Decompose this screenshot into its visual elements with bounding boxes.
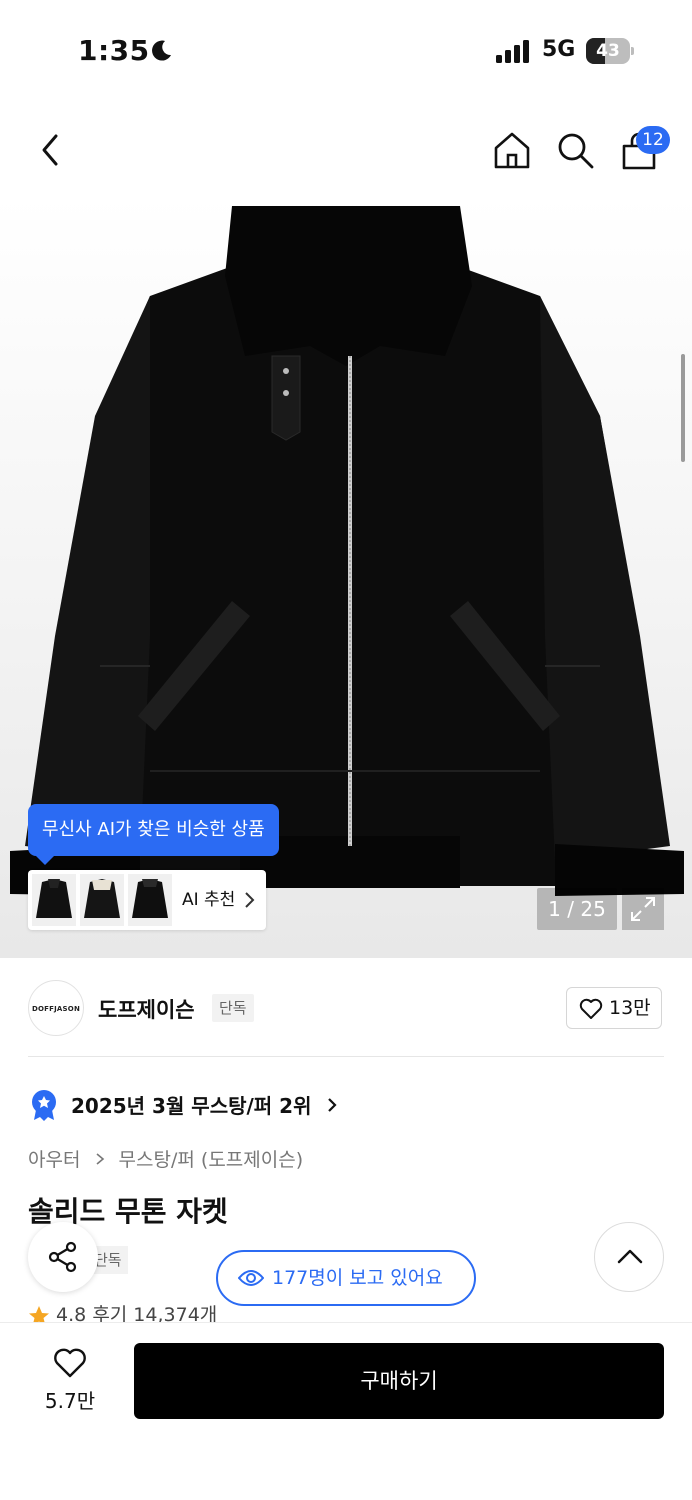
- viewers-text: 177명이 보고 있어요: [272, 1267, 443, 1289]
- heart-icon: [54, 1348, 86, 1378]
- chevron-right-icon: [95, 1152, 104, 1165]
- breadcrumb: 아우터 무스탕/퍼 (도프제이슨): [28, 1145, 303, 1172]
- tooltip-tail: [36, 856, 54, 865]
- image-counter: 1 / 25: [537, 888, 617, 930]
- search-icon[interactable]: [555, 130, 595, 170]
- battery-icon: 43: [586, 38, 634, 64]
- wishlist-button[interactable]: 5.7만: [30, 1343, 110, 1427]
- buy-button[interactable]: 구매하기: [134, 1343, 664, 1419]
- review-count[interactable]: 후기 14,374개: [92, 1304, 217, 1322]
- moon-icon: [152, 40, 171, 61]
- ai-recommend-label[interactable]: AI 추천: [182, 870, 235, 930]
- ai-recommend-thumbnail[interactable]: [80, 874, 124, 926]
- bottom-action-bar: 5.7만 구매하기: [0, 1322, 692, 1500]
- eye-icon: [238, 1270, 264, 1286]
- ai-recommend-thumbnail[interactable]: [128, 874, 172, 926]
- share-icon: [48, 1241, 77, 1273]
- heart-icon: [579, 998, 603, 1019]
- expand-button[interactable]: [622, 888, 664, 930]
- ai-recommend-strip[interactable]: AI 추천: [28, 870, 266, 930]
- rating-row[interactable]: 4.8 후기 14,374개: [28, 1300, 217, 1322]
- brand-name[interactable]: 도프제이슨: [98, 994, 195, 1024]
- wishlist-count: 5.7만: [44, 1389, 96, 1413]
- brand-logo[interactable]: DOFFJASON: [28, 980, 84, 1036]
- brand-like-button[interactable]: 13만: [566, 987, 662, 1029]
- chevron-right-icon: [328, 1098, 337, 1112]
- home-icon[interactable]: [492, 130, 532, 170]
- battery-level: 43: [596, 41, 620, 61]
- cart-badge: 12: [636, 126, 670, 154]
- signal-icon: [496, 40, 529, 63]
- breadcrumb-item[interactable]: 아우터: [28, 1145, 80, 1172]
- scrollbar[interactable]: [681, 354, 685, 462]
- exclusive-badge: 단독: [212, 994, 254, 1022]
- chevron-left-icon[interactable]: [34, 130, 66, 170]
- viewers-indicator: 177명이 보고 있어요: [216, 1250, 476, 1306]
- network-label: 5G: [542, 37, 576, 62]
- brand-row: DOFFJASON 도프제이슨 단독 13만: [0, 958, 692, 1058]
- rating-value: 4.8: [56, 1304, 87, 1322]
- status-bar: 1:35 5G 43: [0, 0, 692, 100]
- ai-recommend-thumbnail[interactable]: [32, 874, 76, 926]
- chevron-up-icon: [617, 1249, 643, 1264]
- share-button[interactable]: [28, 1222, 98, 1292]
- ranking-badge-icon: [32, 1090, 56, 1121]
- ranking-text[interactable]: 2025년 3월 무스탕/퍼 2위: [71, 1090, 312, 1119]
- ai-similar-tooltip: 무신사 AI가 찾은 비슷한 상품: [28, 804, 279, 856]
- breadcrumb-item[interactable]: 무스탕/퍼 (도프제이슨): [119, 1145, 304, 1172]
- top-navigation: 12: [0, 100, 692, 196]
- star-icon: [29, 1305, 49, 1322]
- status-time: 1:35: [78, 34, 150, 67]
- divider: [28, 1056, 664, 1057]
- brand-like-count: 13만: [609, 997, 651, 1019]
- chevron-right-icon: [245, 892, 255, 908]
- scroll-to-top-button[interactable]: [594, 1222, 664, 1292]
- expand-icon: [631, 897, 655, 921]
